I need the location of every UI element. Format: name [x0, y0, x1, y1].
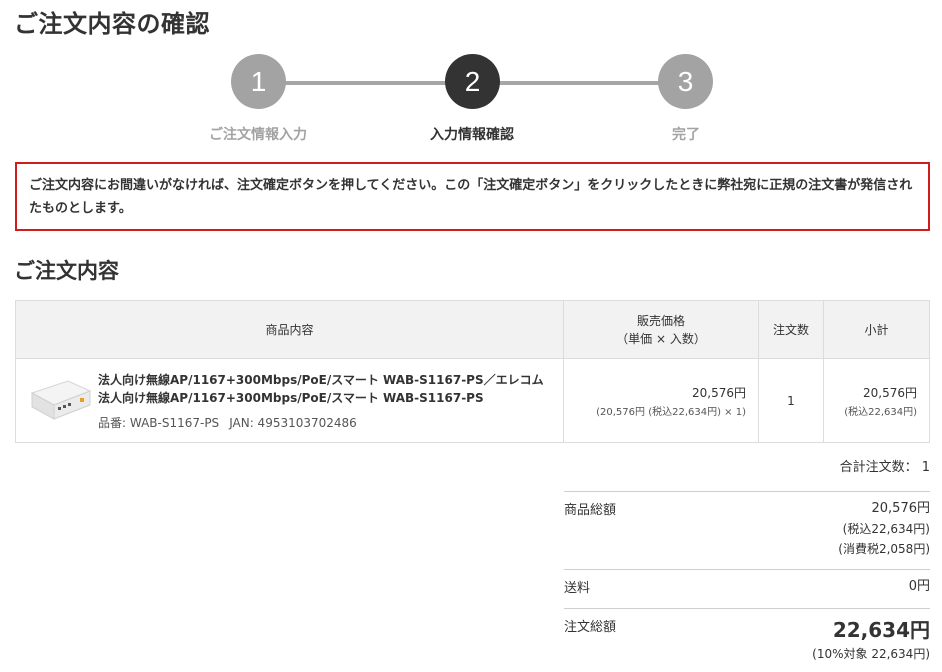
product-image[interactable] — [28, 373, 92, 425]
shipping-label: 送料 — [564, 581, 591, 596]
goods-total-tax: (消費税2,058円) — [838, 542, 930, 556]
header-price-line1: 販売価格 — [636, 313, 685, 328]
step-3-circle: 3 — [658, 54, 713, 109]
order-table: 商品内容 販売価格 （単価 × 入数） 注文数 小計 法人向け無線AP/1167… — [15, 300, 930, 443]
goods-total-tax-incl: (税込22,634円) — [842, 522, 930, 536]
header-price: 販売価格 （単価 × 入数） — [563, 300, 759, 359]
step-3-label: 完了 — [672, 127, 700, 143]
header-qty: 注文数 — [758, 300, 824, 359]
section-title: ご注文内容 — [14, 259, 119, 283]
page-title: ご注文内容の確認 — [14, 10, 210, 38]
shipping-value: 0円 — [908, 579, 930, 594]
subtotal-value: 20,576円 — [863, 385, 917, 400]
product-jan: JAN: 4953103702486 — [229, 415, 357, 430]
summary-order-row: 注文総額 22,634円 (10%対象 22,634円) — [564, 608, 930, 672]
goods-total-value: 20,576円 — [871, 501, 931, 516]
step-1-circle: 1 — [231, 54, 286, 109]
header-price-line2: （単価 × 入数） — [616, 331, 706, 346]
unit-price: 20,576円 — [692, 385, 746, 400]
product-part-number: 品番: WAB-S1167-PS — [98, 415, 220, 430]
order-total-value: 22,634円 — [832, 618, 930, 642]
step-2-label: 入力情報確認 — [430, 127, 514, 143]
quantity-cell: 1 — [758, 358, 824, 443]
subtotal-tax: (税込22,634円) — [844, 406, 917, 418]
order-summary: 商品総額 20,576円 (税込22,634円) (消費税2,058円) 送料 … — [564, 491, 930, 672]
total-order-count: 合計注文数： 1 — [839, 460, 930, 475]
goods-total-label: 商品総額 — [564, 503, 617, 518]
header-subtotal: 小計 — [823, 300, 930, 359]
order-total-note: (10%対象 22,634円) — [812, 647, 930, 661]
step-2-circle: 2 — [445, 54, 500, 109]
subtotal-cell: 20,576円 (税込22,634円) — [823, 358, 930, 443]
product-cell: 法人向け無線AP/1167+300Mbps/PoE/スマート WAB-S1167… — [15, 358, 564, 443]
price-cell: 20,576円 (20,576円 (税込22,634円) × 1) — [563, 358, 759, 443]
table-row: 法人向け無線AP/1167+300Mbps/PoE/スマート WAB-S1167… — [15, 358, 930, 443]
summary-shipping-row: 送料 0円 — [564, 569, 930, 608]
product-meta: 品番: WAB-S1167-PS JAN: 4953103702486 — [98, 414, 563, 431]
stepper-line — [285, 81, 447, 85]
unit-price-detail: (20,576円 (税込22,634円) × 1) — [596, 406, 746, 418]
order-stepper: 1 2 3 ご注文情報入力 入力情報確認 完了 — [0, 54, 942, 149]
table-header-row: 商品内容 販売価格 （単価 × 入数） 注文数 小計 — [15, 300, 930, 359]
product-name[interactable]: 法人向け無線AP/1167+300Mbps/PoE/スマート WAB-S1167… — [98, 371, 563, 407]
header-product: 商品内容 — [15, 300, 564, 359]
order-total-label: 注文総額 — [564, 620, 617, 635]
stepper-line — [498, 81, 660, 85]
confirmation-notice: ご注文内容にお間違いがなければ、注文確定ボタンを押してください。この「注文確定ボ… — [15, 162, 930, 231]
step-1-label: ご注文情報入力 — [209, 127, 307, 143]
summary-goods-row: 商品総額 20,576円 (税込22,634円) (消費税2,058円) — [564, 491, 930, 569]
